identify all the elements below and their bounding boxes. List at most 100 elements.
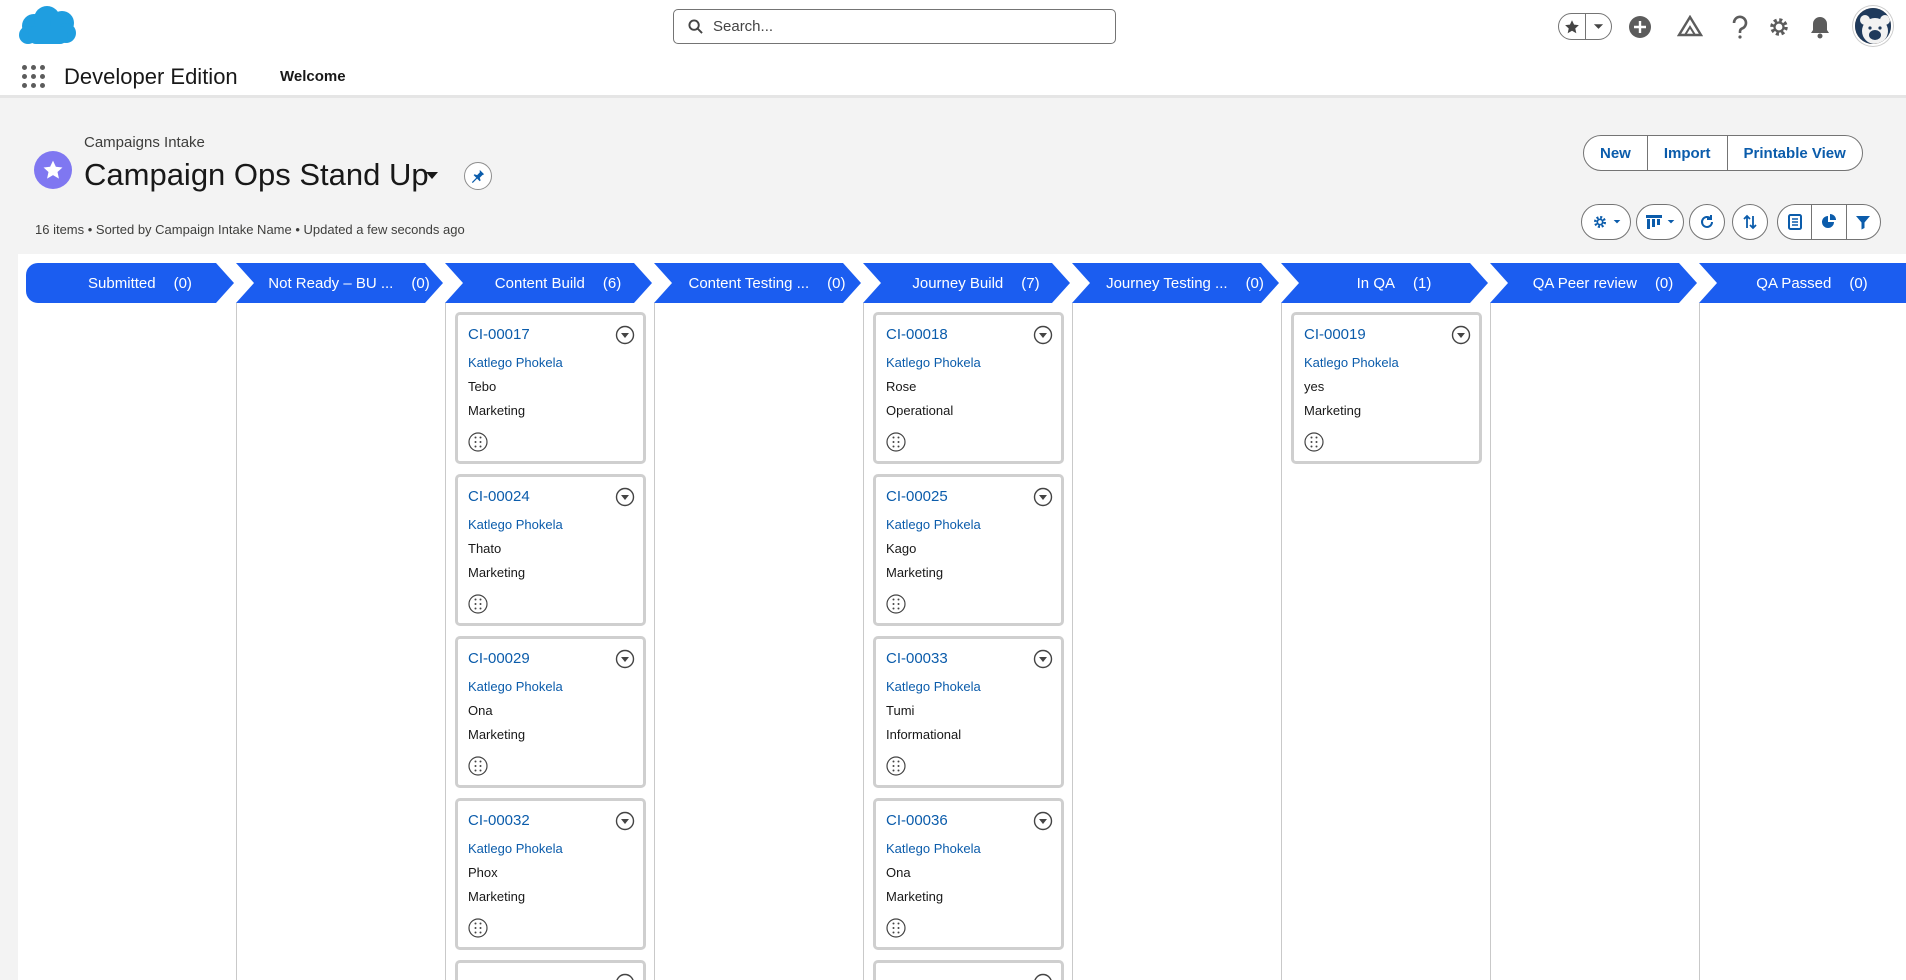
trailhead-button[interactable] (1676, 13, 1704, 41)
drag-handle-icon[interactable] (886, 432, 906, 452)
notifications-button[interactable] (1806, 13, 1834, 41)
record-link[interactable]: CI-00019 (1304, 326, 1366, 343)
record-link[interactable]: CI-00025 (886, 488, 948, 505)
stage-content-build[interactable]: Content Build (6) (463, 263, 653, 303)
sort-button[interactable] (1732, 204, 1768, 240)
card-field: Rose (886, 379, 917, 394)
stage-count: (0) (1245, 274, 1264, 292)
owner-link[interactable]: Katlego Phokela (886, 679, 981, 694)
kanban-card-partial[interactable] (873, 960, 1064, 980)
global-actions-button[interactable] (1626, 13, 1654, 41)
record-link[interactable]: CI-00017 (468, 326, 530, 343)
drag-handle-icon[interactable] (468, 918, 488, 938)
owner-link[interactable]: Katlego Phokela (886, 841, 981, 856)
card-menu-icon[interactable] (1033, 487, 1053, 507)
record-link[interactable]: CI-00036 (886, 812, 948, 829)
kanban-card-partial[interactable] (455, 960, 646, 980)
search-input[interactable] (713, 18, 1093, 35)
favorites-group (1558, 13, 1612, 40)
avatar[interactable] (1853, 6, 1893, 46)
column-divider (1072, 303, 1073, 980)
owner-link[interactable]: Katlego Phokela (468, 679, 563, 694)
chevron-down-icon (1593, 23, 1604, 29)
salesforce-cloud-logo[interactable] (14, 4, 80, 50)
pin-list-view-button[interactable] (464, 162, 492, 190)
global-search[interactable] (673, 9, 1116, 44)
card-menu-icon[interactable] (1033, 811, 1053, 831)
display-as-button[interactable] (1636, 204, 1684, 240)
card-menu-icon[interactable] (615, 649, 635, 669)
kanban-card[interactable]: CI-00017 Katlego Phokela Tebo Marketing (455, 312, 646, 464)
kanban-card[interactable]: CI-00033 Katlego Phokela Tumi Informatio… (873, 636, 1064, 788)
list-view-picker-icon[interactable] (424, 170, 440, 182)
list-settings-button[interactable] (1581, 204, 1631, 240)
sort-icon (1743, 214, 1757, 230)
card-menu-icon[interactable] (615, 325, 635, 345)
record-link[interactable]: CI-00029 (468, 650, 530, 667)
favorites-list-button[interactable] (1584, 14, 1611, 39)
card-menu-icon[interactable] (615, 811, 635, 831)
stage-content-testing[interactable]: Content Testing ... (0) (672, 263, 862, 303)
kanban-card[interactable]: CI-00024 Katlego Phokela Thato Marketing (455, 474, 646, 626)
nav-item-welcome[interactable]: Welcome (280, 68, 346, 85)
kanban-card[interactable]: CI-00019 Katlego Phokela yes Marketing (1291, 312, 1482, 464)
stage-qa-passed[interactable]: QA Passed (0) (1717, 263, 1906, 303)
card-menu-icon[interactable] (1033, 325, 1053, 345)
stage-submitted[interactable]: Submitted (0) (50, 263, 230, 303)
app-navigation-bar: Developer Edition Welcome (0, 54, 1906, 98)
stage-qa-peer-review[interactable]: QA Peer review (0) (1508, 263, 1698, 303)
kanban-card[interactable]: CI-00036 Katlego Phokela Ona Marketing (873, 798, 1064, 950)
record-link[interactable]: CI-00018 (886, 326, 948, 343)
printable-view-button[interactable]: Printable View (1726, 136, 1862, 170)
kanban-card[interactable]: CI-00032 Katlego Phokela Phox Marketing (455, 798, 646, 950)
charts-button[interactable] (1811, 205, 1845, 239)
refresh-button[interactable] (1689, 204, 1725, 240)
drag-handle-icon[interactable] (886, 594, 906, 614)
global-header (0, 0, 1906, 54)
chevron-down-icon (1613, 220, 1620, 224)
stage-count: (0) (173, 274, 192, 292)
drag-handle-icon[interactable] (1304, 432, 1324, 452)
card-menu-icon[interactable] (1033, 649, 1053, 669)
import-button[interactable]: Import (1646, 136, 1727, 170)
filters-button[interactable] (1845, 205, 1880, 239)
kanban-card[interactable]: CI-00029 Katlego Phokela Ona Marketing (455, 636, 646, 788)
stage-in-qa[interactable]: In QA (1) (1299, 263, 1489, 303)
drag-handle-icon[interactable] (468, 432, 488, 452)
drag-handle-icon[interactable] (886, 918, 906, 938)
owner-link[interactable]: Katlego Phokela (886, 517, 981, 532)
card-menu-icon[interactable] (615, 973, 635, 980)
stage-label: Submitted (88, 274, 156, 292)
owner-link[interactable]: Katlego Phokela (1304, 355, 1399, 370)
owner-link[interactable]: Katlego Phokela (468, 841, 563, 856)
list-actions: New Import Printable View (1583, 135, 1863, 171)
record-link[interactable]: CI-00024 (468, 488, 530, 505)
record-link[interactable]: CI-00032 (468, 812, 530, 829)
star-icon (43, 160, 63, 179)
help-button[interactable] (1726, 13, 1754, 41)
new-button[interactable]: New (1584, 136, 1647, 170)
stage-journey-build[interactable]: Journey Build (7) (881, 263, 1071, 303)
stage-journey-testing[interactable]: Journey Testing ... (0) (1090, 263, 1280, 303)
drag-handle-icon[interactable] (468, 594, 488, 614)
drag-handle-icon[interactable] (886, 756, 906, 776)
app-launcher-icon[interactable] (22, 65, 46, 89)
setup-button[interactable] (1765, 13, 1793, 41)
favorites-star-button[interactable] (1559, 14, 1585, 39)
owner-link[interactable]: Katlego Phokela (468, 517, 563, 532)
kanban-card[interactable]: CI-00018 Katlego Phokela Rose Operationa… (873, 312, 1064, 464)
kanban-card[interactable]: CI-00025 Katlego Phokela Kago Marketing (873, 474, 1064, 626)
card-menu-icon[interactable] (615, 487, 635, 507)
card-menu-icon[interactable] (1451, 325, 1471, 345)
drag-handle-icon[interactable] (468, 756, 488, 776)
card-field: Marketing (468, 727, 526, 742)
list-details-button[interactable] (1778, 205, 1811, 239)
list-view-title[interactable]: Campaign Ops Stand Up (84, 157, 429, 193)
owner-link[interactable]: Katlego Phokela (468, 355, 563, 370)
record-link[interactable]: CI-00033 (886, 650, 948, 667)
card-field: yes (1304, 379, 1325, 394)
stage-not-ready[interactable]: Not Ready – BU ... (0) (254, 263, 444, 303)
card-menu-icon[interactable] (1033, 973, 1053, 980)
view-tools (1777, 204, 1881, 240)
owner-link[interactable]: Katlego Phokela (886, 355, 981, 370)
